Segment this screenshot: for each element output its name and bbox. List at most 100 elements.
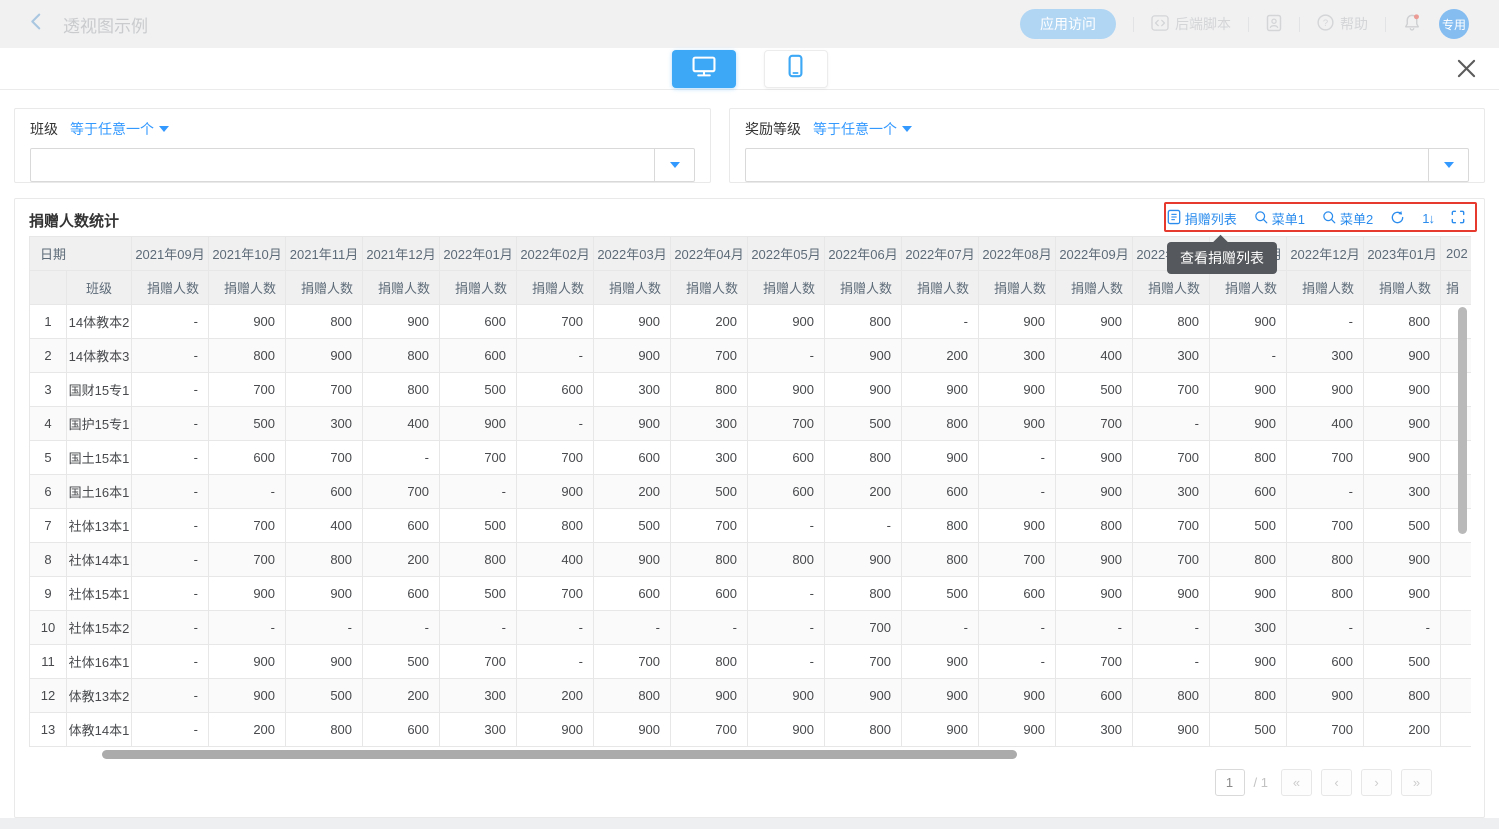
row-number: 12: [30, 679, 67, 713]
value-cell: 900: [1056, 475, 1133, 509]
member-script-button[interactable]: [1266, 14, 1282, 35]
back-button[interactable]: [30, 13, 41, 35]
menu1-button[interactable]: 菜单1: [1254, 209, 1305, 228]
mobile-view-button[interactable]: [764, 50, 828, 88]
metric-header: 捐赠人数: [1287, 271, 1364, 305]
month-header: 2022年07月: [902, 237, 979, 271]
reward-level-filter-select[interactable]: [745, 148, 1469, 182]
value-cell: 600: [440, 339, 517, 373]
value-cell: 900: [748, 305, 825, 339]
sort-button[interactable]: 1↓: [1422, 211, 1434, 226]
value-cell: -: [209, 475, 286, 509]
row-number: 2: [30, 339, 67, 373]
metric-header: 捐赠人数: [286, 271, 363, 305]
value-cell: 700: [594, 645, 671, 679]
row-number: 1: [30, 305, 67, 339]
avatar[interactable]: 专用: [1439, 9, 1469, 39]
close-button[interactable]: [1456, 58, 1477, 84]
page-title: 透视图示例: [63, 12, 148, 37]
value-cell: 900: [594, 543, 671, 577]
value-cell: 900: [902, 679, 979, 713]
value-cell: 700: [1056, 645, 1133, 679]
month-header: 2022年09月: [1056, 237, 1133, 271]
first-page-button[interactable]: «: [1281, 769, 1312, 796]
last-page-button[interactable]: »: [1401, 769, 1432, 796]
value-cell: -: [979, 441, 1056, 475]
value-cell: 200: [671, 305, 748, 339]
value-cell: -: [748, 611, 825, 645]
refresh-button[interactable]: [1390, 210, 1405, 228]
value-cell: 300: [1133, 339, 1210, 373]
value-cell-partial: [1441, 645, 1471, 679]
value-cell: 700: [517, 305, 594, 339]
next-page-button[interactable]: ›: [1361, 769, 1392, 796]
blank-header: [30, 271, 67, 305]
value-cell: 800: [286, 305, 363, 339]
value-cell: 500: [902, 577, 979, 611]
vertical-scrollbar[interactable]: [1458, 307, 1467, 534]
page-number-input[interactable]: [1215, 769, 1245, 796]
filter-operator-link[interactable]: 等于任意一个: [813, 119, 912, 139]
value-cell: 600: [286, 475, 363, 509]
value-cell: 600: [517, 373, 594, 407]
value-cell: 600: [594, 441, 671, 475]
month-header: 2021年12月: [363, 237, 440, 271]
menu2-button[interactable]: 菜单2: [1322, 209, 1373, 228]
value-cell: 200: [517, 679, 594, 713]
value-cell: 900: [825, 543, 902, 577]
value-cell: 900: [1210, 645, 1287, 679]
class-cell: 社体13本1: [67, 509, 132, 543]
value-cell: 500: [363, 645, 440, 679]
value-cell: 800: [902, 509, 979, 543]
horizontal-scrollbar[interactable]: [102, 750, 1017, 759]
backend-script-button[interactable]: 后端脚本: [1151, 14, 1231, 34]
sort-icon: 1↓: [1422, 211, 1434, 226]
value-cell: 600: [1210, 475, 1287, 509]
value-cell: 800: [363, 339, 440, 373]
value-cell: -: [132, 509, 209, 543]
chevron-down-icon: [670, 162, 680, 168]
value-cell: 700: [1133, 441, 1210, 475]
value-cell: 800: [440, 543, 517, 577]
fullscreen-button[interactable]: [1451, 210, 1465, 227]
row-number: 13: [30, 713, 67, 747]
value-cell: 700: [1133, 543, 1210, 577]
value-cell: 900: [979, 407, 1056, 441]
mobile-phone-icon: [788, 54, 803, 83]
table-row: 7社体13本1-700400600500800500700--800900800…: [30, 509, 1472, 543]
value-cell: 700: [979, 543, 1056, 577]
app-access-button[interactable]: 应用访问: [1020, 9, 1116, 39]
value-cell: 800: [902, 407, 979, 441]
menu1-label: 菜单1: [1272, 209, 1305, 228]
value-cell: 800: [1133, 679, 1210, 713]
value-cell: 300: [594, 373, 671, 407]
value-cell-partial: [1441, 713, 1471, 747]
value-cell: 200: [1364, 713, 1441, 747]
value-cell: -: [132, 373, 209, 407]
class-cell: 社体14本1: [67, 543, 132, 577]
month-header: 2022年03月: [594, 237, 671, 271]
value-cell: 700: [1287, 509, 1364, 543]
value-cell: 900: [1056, 441, 1133, 475]
help-button[interactable]: ? 帮助: [1317, 14, 1368, 34]
value-cell: 900: [825, 679, 902, 713]
value-cell: 800: [286, 713, 363, 747]
filter-operator-label: 等于任意一个: [70, 119, 154, 139]
value-cell: 700: [286, 441, 363, 475]
pivot-card: 捐赠人数统计 捐赠列表 菜单1 菜单2: [14, 198, 1485, 818]
desktop-view-button[interactable]: [672, 50, 736, 88]
value-cell: 600: [1287, 645, 1364, 679]
prev-page-button[interactable]: ‹: [1321, 769, 1352, 796]
metric-header: 捐赠人数: [1210, 271, 1287, 305]
value-cell: -: [286, 611, 363, 645]
value-cell: -: [594, 611, 671, 645]
value-cell: 800: [1364, 679, 1441, 713]
donation-list-button[interactable]: 捐赠列表: [1167, 209, 1237, 228]
value-cell: 900: [363, 305, 440, 339]
metric-header: 捐赠人数: [825, 271, 902, 305]
metric-header: 捐赠人数: [132, 271, 209, 305]
class-filter-select[interactable]: [30, 148, 695, 182]
help-label: 帮助: [1340, 14, 1368, 34]
filter-operator-link[interactable]: 等于任意一个: [70, 119, 169, 139]
notification-bell-button[interactable]: [1403, 13, 1421, 35]
